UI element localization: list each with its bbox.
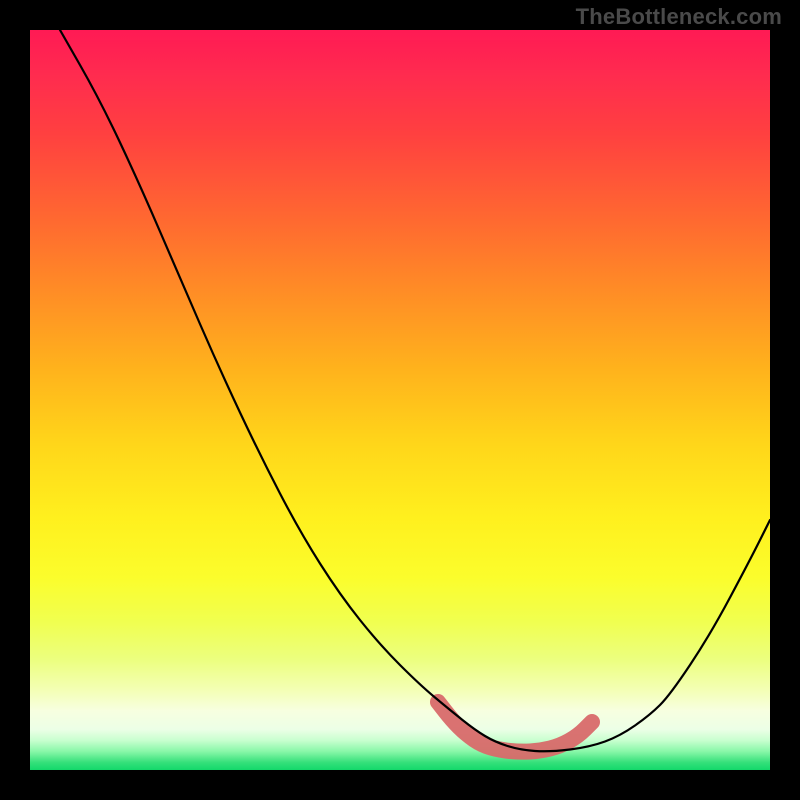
- curve-path: [60, 30, 770, 751]
- highlight-band-path: [438, 702, 592, 752]
- curves-svg: [30, 30, 770, 770]
- gradient-plot-area: [30, 30, 770, 770]
- watermark-text: TheBottleneck.com: [576, 4, 782, 30]
- chart-stage: TheBottleneck.com: [0, 0, 800, 800]
